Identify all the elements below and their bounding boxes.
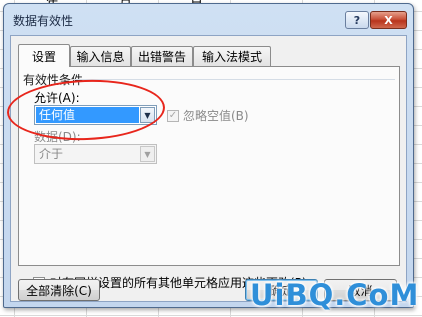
tab-ime-mode[interactable]: 输入法模式 [193,46,271,66]
data-dropdown[interactable]: 介于 ▼ [34,144,157,164]
data-dropdown-value: 介于 [39,147,64,161]
dialog-client-area: 设置 输入信息 出错警告 输入法模式 有效性条件 允许(A): 任何值 ▼ ✓ … [10,35,407,302]
tab-error-alert[interactable]: 出错警告 [131,46,193,66]
ignore-blank-checkbox[interactable]: ✓ [167,109,179,122]
ignore-blank-label: 忽略空值(B) [183,109,249,123]
chevron-down-icon[interactable]: ▼ [140,146,155,162]
tab-input-message[interactable]: 输入信息 [70,46,131,66]
window-title: 数据有效性 [13,14,74,28]
site-watermark: UiBQ.CoM [250,278,420,312]
group-divider [73,79,395,80]
data-validation-dialog: 数据有效性 ? X 设置 输入信息 出错警告 输入法模式 有效性条件 允许(A)… [3,3,414,308]
clear-all-button[interactable]: 全部清除(C) [18,279,100,301]
close-button[interactable]: X [370,11,407,29]
tab-settings[interactable]: 设置 [18,44,70,67]
ignore-blank-option[interactable]: ✓ 忽略空值(B) [167,107,249,124]
title-bar[interactable]: 数据有效性 ? X [4,4,413,34]
help-button[interactable]: ? [345,11,369,29]
